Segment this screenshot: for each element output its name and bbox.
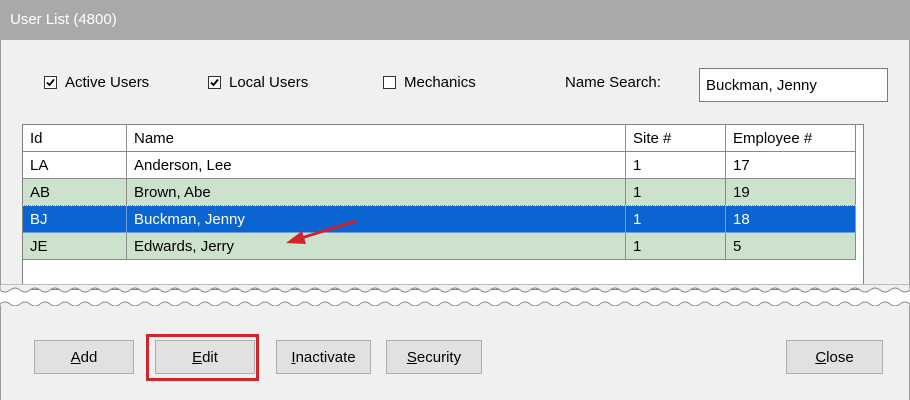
inactivate-label-rest: nactivate [295, 348, 356, 366]
cell-name: Buckman, Jenny [127, 206, 626, 233]
name-search-input[interactable] [699, 68, 888, 102]
cell-id: JE [23, 233, 127, 260]
edit-button[interactable]: Edit [155, 340, 255, 374]
column-header-id[interactable]: Id [23, 125, 127, 152]
column-header-site[interactable]: Site # [626, 125, 726, 152]
table-row[interactable]: LA Anderson, Lee 1 17 [23, 152, 863, 179]
grid-header: Id Name Site # Employee # [23, 125, 863, 152]
cell-name: Brown, Abe [127, 179, 626, 206]
cell-site: 1 [626, 206, 726, 233]
window-title: User List (4800) [10, 11, 117, 28]
security-button[interactable]: Security [386, 340, 482, 374]
cell-id: AB [23, 179, 127, 206]
edit-mnemonic: E [192, 348, 203, 366]
table-row-selected[interactable]: BJ Buckman, Jenny 1 18 [23, 205, 863, 234]
add-mnemonic: A [70, 348, 81, 366]
table-row[interactable]: JE Edwards, Jerry 1 5 [23, 233, 863, 260]
column-header-name[interactable]: Name [127, 125, 626, 152]
security-mnemonic: S [406, 348, 417, 366]
torn-edge-top [0, 284, 910, 293]
checkmark-icon [46, 78, 55, 86]
cell-site: 1 [626, 179, 726, 206]
table-row[interactable]: AB Brown, Abe 1 19 [23, 179, 863, 206]
close-label-rest: lose [826, 348, 854, 366]
checkbox-box [44, 75, 57, 89]
security-label-rest: ecurity [416, 348, 462, 366]
active-users-checkbox[interactable]: Active Users [44, 72, 149, 92]
callout-arrow-icon [286, 219, 357, 244]
cell-name: Edwards, Jerry [127, 233, 626, 260]
column-header-employee[interactable]: Employee # [726, 125, 856, 152]
mechanics-checkbox[interactable]: Mechanics [383, 72, 476, 92]
local-users-checkbox[interactable]: Local Users [208, 72, 308, 92]
cell-site: 1 [626, 233, 726, 260]
close-mnemonic: C [815, 348, 827, 366]
add-button[interactable]: Add [34, 340, 134, 374]
checkmark-icon [210, 78, 219, 86]
name-search-label: Name Search: [565, 74, 661, 91]
cell-employee: 18 [726, 206, 856, 233]
cell-name: Anderson, Lee [127, 152, 626, 179]
cell-employee: 17 [726, 152, 856, 179]
inactivate-button[interactable]: Inactivate [276, 340, 371, 374]
active-users-label: Active Users [65, 73, 150, 91]
checkbox-box [208, 75, 221, 89]
cell-id: BJ [23, 206, 127, 233]
window-titlebar: User List (4800) [0, 0, 910, 40]
edit-label-rest: dit [202, 348, 218, 366]
user-grid[interactable]: Id Name Site # Employee # LA Anderson, L… [22, 124, 864, 290]
cell-employee: 19 [726, 179, 856, 206]
mechanics-label: Mechanics [404, 73, 476, 91]
cell-site: 1 [626, 152, 726, 179]
cell-employee: 5 [726, 233, 856, 260]
add-label-rest: dd [80, 348, 98, 366]
local-users-label: Local Users [229, 73, 309, 91]
cell-id: LA [23, 152, 127, 179]
checkbox-box [383, 75, 396, 89]
close-button[interactable]: Close [786, 340, 883, 374]
